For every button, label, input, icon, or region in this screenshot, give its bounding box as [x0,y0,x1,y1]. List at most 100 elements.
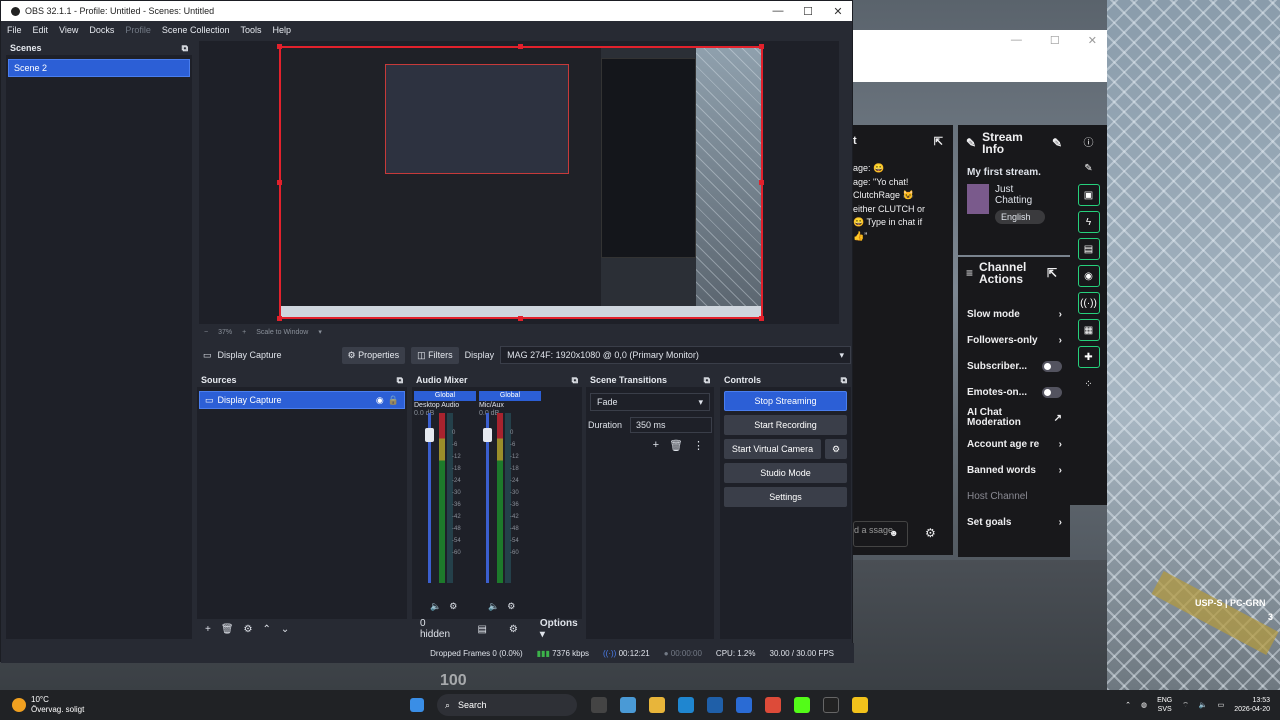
broadcast-icon[interactable]: ((·)) [1077,292,1100,314]
chrome-icon[interactable] [765,697,781,713]
note-icon[interactable]: ▤ [1077,238,1100,260]
action-ai-moderation[interactable]: AI Chat Moderation ↗ [958,405,1070,431]
minimize-icon[interactable]: — [763,1,793,21]
resize-handle[interactable] [277,44,282,49]
popout-icon[interactable]: ⇱ [934,135,943,148]
undock-icon[interactable]: ⧉ [182,43,188,54]
outlook-icon[interactable] [736,697,752,713]
studio-mode-button[interactable]: Studio Mode [724,463,847,483]
action-account-age[interactable]: Account age re › [958,431,1070,457]
chevron-down-icon[interactable]: ▾ [318,328,322,336]
settings-button[interactable]: Settings [724,487,847,507]
info-icon[interactable]: ⓘ [1078,130,1100,152]
mixer-options-button[interactable]: Options ▾ [540,618,582,640]
add-icon[interactable]: + [653,439,659,452]
trash-icon[interactable]: 🗑 [669,439,683,452]
emote-icon[interactable]: ☻ [889,528,898,538]
resize-handle[interactable] [277,316,282,321]
display-select[interactable]: MAG 274F: 1920x1080 @ 0,0 (Primary Monit… [500,346,851,364]
zoom-in-icon[interactable]: + [242,329,246,336]
speaker-icon[interactable]: 🔈 [430,601,441,612]
menu-profile[interactable]: Profile [125,25,151,35]
zoom-out-icon[interactable]: − [204,329,208,336]
gear-icon[interactable]: ⚙ [507,601,515,612]
counterstrike-icon[interactable] [852,697,868,713]
pencil-icon[interactable]: ✎ [1078,157,1100,179]
start-virtual-camera-button[interactable]: Start Virtual Camera [724,439,821,459]
maximize-icon[interactable]: ☐ [793,1,823,21]
start-icon[interactable] [410,698,424,712]
gear-icon[interactable]: ⚙ [509,624,518,635]
gear-icon[interactable]: ⚙ [449,601,457,612]
close-icon[interactable]: ✕ [823,1,853,21]
menu-docks[interactable]: Docks [89,25,114,35]
popout-icon[interactable]: ⇱ [1047,266,1057,280]
menu-help[interactable]: Help [272,25,291,35]
kick-icon[interactable] [794,697,810,713]
resize-handle[interactable] [518,316,523,321]
resize-handle[interactable] [759,316,764,321]
trash-icon[interactable]: 🗑 [221,624,234,635]
undock-icon[interactable]: ⧉ [704,375,710,386]
virtual-camera-settings-icon[interactable]: ⚙ [825,439,847,459]
display-capture-preview[interactable] [279,46,763,319]
resize-handle[interactable] [759,44,764,49]
add-icon[interactable]: + [205,624,211,635]
eye-icon[interactable]: ◉ [376,395,384,406]
action-followers-only[interactable]: Followers-only › [958,327,1070,353]
undock-icon[interactable]: ⧉ [397,375,403,386]
transition-select[interactable]: Fade ▾ [590,393,710,411]
fader-knob[interactable] [483,428,492,442]
resize-handle[interactable] [277,180,282,185]
wifi-icon[interactable]: ⌔ [1182,701,1189,710]
volume-icon[interactable]: 🔈 [1199,701,1208,709]
subscriber-toggle[interactable] [1042,360,1062,372]
speaker-icon[interactable]: 🔈 [488,601,499,612]
minimize-icon[interactable]: — [1011,34,1022,47]
resize-handle[interactable] [759,180,764,185]
close-icon[interactable]: ✕ [1088,34,1097,47]
menu-file[interactable]: File [7,25,22,35]
settings-dots-icon[interactable]: ⁘ [1078,373,1100,395]
menu-tools[interactable]: Tools [240,25,261,35]
undock-icon[interactable]: ⧉ [841,375,847,386]
action-set-goals[interactable]: Set goals › [958,509,1070,535]
taskbar-search[interactable]: ⌕ Search [437,694,577,716]
wrench-icon[interactable]: ✚ [1077,346,1100,368]
scene-item[interactable]: Scene 2 [8,59,190,77]
channel-name[interactable]: Desktop Audio [414,402,476,409]
start-recording-button[interactable]: Start Recording [724,415,847,435]
edge-icon[interactable] [678,697,694,713]
action-slow-mode[interactable]: Slow mode › [958,301,1070,327]
menu-view[interactable]: View [59,25,78,35]
weather-widget[interactable]: 10°C Övervag. soligt [0,695,410,715]
menu-edit[interactable]: Edit [33,25,49,35]
screen-icon[interactable]: ▣ [1077,184,1100,206]
action-emotes-only[interactable]: Emotes-on... [958,379,1070,405]
resize-handle[interactable] [518,44,523,49]
chat-input[interactable]: d a ssage [853,521,908,547]
filters-button[interactable]: ◫ Filters [411,346,459,364]
undock-icon[interactable]: ⧉ [572,375,578,386]
chat-bubble-icon[interactable]: ◉ [1077,265,1100,287]
chat-settings-icon[interactable]: ⚙ [925,526,936,540]
file-explorer-icon[interactable] [649,697,665,713]
battery-icon[interactable]: ▭ [1218,701,1225,709]
obs-taskbar-icon[interactable] [823,697,839,713]
network-icon[interactable]: ◍ [1141,701,1147,709]
emotes-toggle[interactable] [1042,386,1062,398]
language-indicator[interactable]: ENG SVS [1157,696,1172,714]
task-view-icon[interactable] [591,697,607,713]
duration-input[interactable]: 350 ms [630,417,712,433]
toolbox-icon[interactable]: ▦ [1077,319,1100,341]
lightning-icon[interactable]: ϟ [1077,211,1100,233]
copilot-icon[interactable] [620,697,636,713]
up-arrow-icon[interactable]: ⌃ [263,624,271,635]
scale-select[interactable]: Scale to Window [256,329,308,336]
clock[interactable]: 13:53 2026-04-20 [1234,696,1270,714]
stop-streaming-button[interactable]: Stop Streaming [724,391,847,411]
action-host-channel[interactable]: Host Channel [958,483,1070,509]
action-banned-words[interactable]: Banned words › [958,457,1070,483]
tray-chevron-icon[interactable]: ⌃ [1125,701,1131,709]
menu-scene-collection[interactable]: Scene Collection [162,25,230,35]
